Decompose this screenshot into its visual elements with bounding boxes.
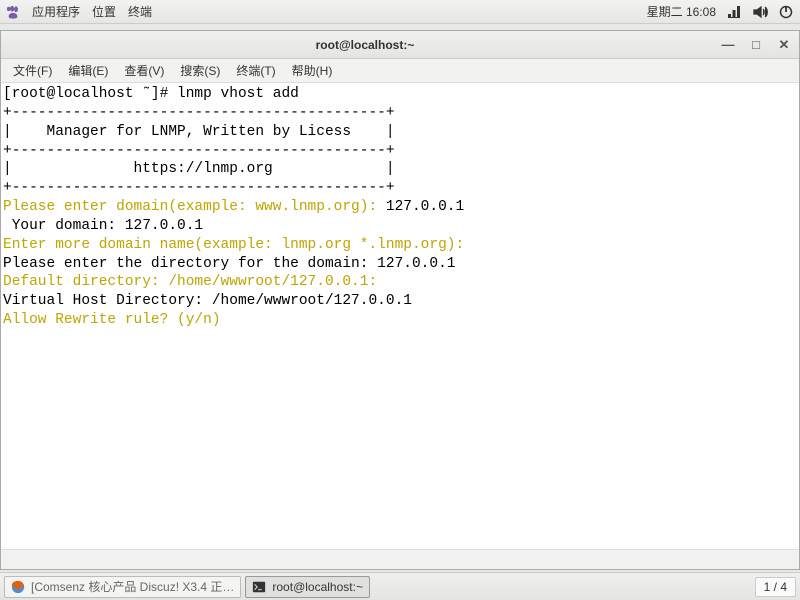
close-button[interactable]: ✕ <box>777 37 791 53</box>
menu-terminal[interactable]: 终端(T) <box>230 60 281 81</box>
workspace-label: 1 / 4 <box>764 580 787 594</box>
topbar-terminal[interactable]: 终端 <box>128 3 152 20</box>
gnome-foot-icon <box>6 5 20 19</box>
titlebar[interactable]: root@localhost:~ — □ ✕ <box>1 31 799 59</box>
power-icon[interactable] <box>778 4 794 20</box>
prompt-rewrite: Allow Rewrite rule? (y/n) <box>3 312 229 328</box>
command: lnmp vhost add <box>177 86 299 102</box>
menu-view[interactable]: 查看(V) <box>118 60 170 81</box>
banner-line: | https://lnmp.org | <box>3 161 395 177</box>
taskbar: [Comsenz 核心产品 Discuz! X3.4 正… root@local… <box>0 572 800 600</box>
terminal-output[interactable]: [root@localhost ˜]# lnmp vhost add +----… <box>1 83 799 549</box>
workspace-switcher[interactable]: 1 / 4 <box>755 577 796 597</box>
menu-file[interactable]: 文件(F) <box>7 60 58 81</box>
taskbar-terminal-label: root@localhost:~ <box>272 580 363 594</box>
terminal-icon <box>252 580 266 594</box>
maximize-button[interactable]: □ <box>749 37 763 53</box>
gnome-topbar: 应用程序 位置 终端 星期二 16:08 <box>0 0 800 24</box>
prompt: [root@localhost ˜]# <box>3 86 177 102</box>
prompt-domain: Please enter domain(example: www.lnmp.or… <box>3 199 386 215</box>
border: +---------------------------------------… <box>3 180 395 196</box>
taskbar-firefox[interactable]: [Comsenz 核心产品 Discuz! X3.4 正… <box>4 576 241 598</box>
border: +---------------------------------------… <box>3 143 395 159</box>
firefox-icon <box>11 580 25 594</box>
prompt-directory: Please enter the directory for the domai… <box>3 256 377 272</box>
menu-search[interactable]: 搜索(S) <box>174 60 226 81</box>
vhost-directory: Virtual Host Directory: /home/wwwroot/12… <box>3 293 412 309</box>
minimize-button[interactable]: — <box>721 37 735 53</box>
topbar-places[interactable]: 位置 <box>92 3 116 20</box>
terminal-window: root@localhost:~ — □ ✕ 文件(F) 编辑(E) 查看(V)… <box>0 30 800 570</box>
prompt-more-domain: Enter more domain name(example: lnmp.org… <box>3 237 473 253</box>
window-title: root@localhost:~ <box>9 38 721 52</box>
network-icon[interactable] <box>726 4 742 20</box>
menu-edit[interactable]: 编辑(E) <box>62 60 114 81</box>
volume-icon[interactable] <box>752 4 768 20</box>
banner-line: | Manager for LNMP, Written by Licess | <box>3 124 395 140</box>
default-directory: Default directory: /home/wwwroot/127.0.0… <box>3 274 377 290</box>
input-directory: 127.0.0.1 <box>377 256 455 272</box>
taskbar-firefox-label: [Comsenz 核心产品 Discuz! X3.4 正… <box>31 578 234 595</box>
menu-help[interactable]: 帮助(H) <box>286 60 339 81</box>
menubar: 文件(F) 编辑(E) 查看(V) 搜索(S) 终端(T) 帮助(H) <box>1 59 799 83</box>
border: +---------------------------------------… <box>3 105 395 121</box>
topbar-apps[interactable]: 应用程序 <box>32 3 80 20</box>
topbar-date[interactable]: 星期二 16:08 <box>647 3 716 20</box>
taskbar-terminal[interactable]: root@localhost:~ <box>245 576 370 598</box>
echo-domain: Your domain: 127.0.0.1 <box>3 218 203 234</box>
terminal-statusbar <box>1 549 799 569</box>
input-domain: 127.0.0.1 <box>386 199 464 215</box>
